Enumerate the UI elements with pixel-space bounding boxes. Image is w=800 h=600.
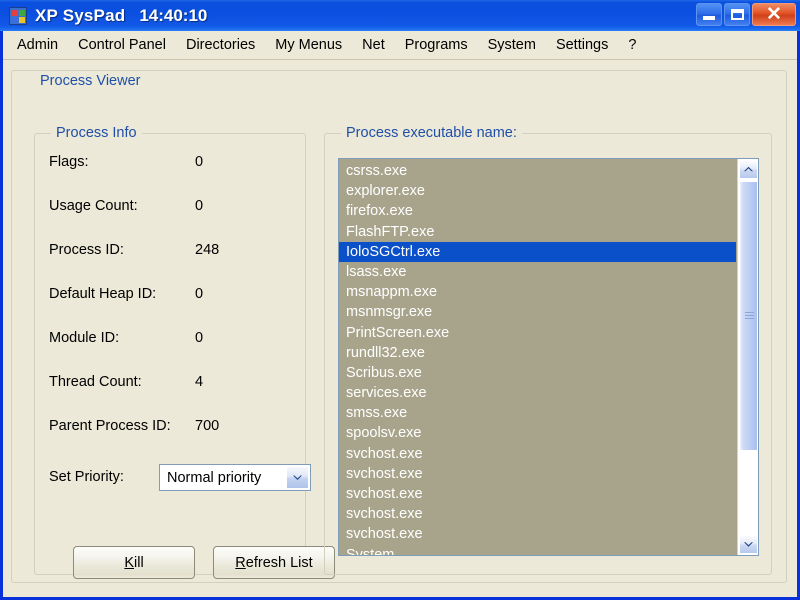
process-viewer-group-label: Process Viewer — [34, 73, 147, 89]
window-controls: ✕ — [696, 3, 796, 26]
process-list-item[interactable]: svchost.exe — [339, 504, 736, 524]
windows-flag-icon — [9, 6, 27, 25]
info-row-default-heap-id: Default Heap ID: 0 — [49, 286, 299, 306]
process-list-item[interactable]: services.exe — [339, 383, 736, 403]
process-list-item[interactable]: explorer.exe — [339, 181, 736, 201]
process-list-item[interactable]: svchost.exe — [339, 464, 736, 484]
process-info-group: Process Info Flags: 0 Usage Count: 0 Pro… — [34, 125, 335, 579]
process-executable-group-label: Process executable name: — [341, 125, 522, 141]
info-value-process-id: 248 — [195, 242, 220, 258]
process-list-item[interactable]: svchost.exe — [339, 444, 736, 464]
process-list-item[interactable]: svchost.exe — [339, 524, 736, 544]
menu-item-net[interactable]: Net — [353, 34, 394, 56]
info-value-thread-count: 4 — [195, 374, 204, 390]
refresh-button-accel: R — [235, 554, 246, 571]
menu-item-settings[interactable]: Settings — [547, 34, 617, 56]
info-row-module-id: Module ID: 0 — [49, 330, 299, 350]
process-list-item[interactable]: spoolsv.exe — [339, 423, 736, 443]
process-listbox[interactable]: csrss.exe explorer.exe firefox.exe FlashFTP… — [338, 158, 759, 556]
info-label-module-id: Module ID: — [49, 330, 120, 346]
maximize-button[interactable] — [724, 3, 750, 26]
scroll-up-icon[interactable] — [739, 160, 758, 179]
set-priority-combobox[interactable]: Normal priority — [159, 464, 311, 491]
info-row-flags: Flags: 0 — [49, 154, 299, 174]
process-list-item[interactable]: Scribus.exe — [339, 363, 736, 383]
refresh-button-label: efresh List — [245, 554, 313, 571]
close-icon: ✕ — [766, 4, 782, 25]
kill-button-label: ill — [134, 554, 144, 571]
set-priority-value: Normal priority — [167, 469, 262, 486]
process-info-group-label: Process Info — [51, 125, 142, 141]
info-value-parent-process-id: 700 — [195, 418, 220, 434]
kill-button-accel: K — [124, 554, 134, 571]
minimize-button[interactable] — [696, 3, 722, 26]
info-label-parent-process-id: Parent Process ID: — [49, 418, 171, 434]
menu-item-system[interactable]: System — [479, 34, 545, 56]
menu-item-directories[interactable]: Directories — [177, 34, 264, 56]
process-list-item[interactable]: firefox.exe — [339, 201, 736, 221]
chevron-down-icon[interactable] — [286, 466, 309, 489]
process-list-item[interactable]: svchost.exe — [339, 484, 736, 504]
process-list-item[interactable]: msnmsgr.exe — [339, 302, 736, 322]
scroll-down-icon[interactable] — [739, 535, 758, 554]
client-area: Process Viewer Process Info Flags: 0 Usa… — [3, 60, 797, 597]
process-list-item[interactable]: csrss.exe — [339, 161, 736, 181]
scrollbar-thumb[interactable] — [739, 181, 758, 451]
title-clock: 14:40:10 — [139, 5, 208, 25]
info-label-usage-count: Usage Count: — [49, 198, 138, 214]
process-list-item[interactable]: FlashFTP.exe — [339, 222, 736, 242]
process-list-item[interactable]: rundll32.exe — [339, 343, 736, 363]
title-bar[interactable]: XP SysPad 14:40:10 ✕ — [0, 0, 800, 31]
process-list-item[interactable]: lsass.exe — [339, 262, 736, 282]
process-list-item[interactable]: IoloSGCtrl.exe — [339, 241, 736, 262]
scrollbar-grip-icon — [745, 312, 754, 320]
menu-item-my-menus[interactable]: My Menus — [266, 34, 351, 56]
process-listbox-scrollbar[interactable] — [737, 159, 758, 555]
process-list-item[interactable]: PrintScreen.exe — [339, 323, 736, 343]
menu-item-control-panel[interactable]: Control Panel — [69, 34, 175, 56]
info-row-process-id: Process ID: 248 — [49, 242, 299, 262]
info-row-thread-count: Thread Count: 4 — [49, 374, 299, 394]
info-label-flags: Flags: — [49, 154, 89, 170]
refresh-list-button[interactable]: Refresh List — [213, 546, 335, 579]
info-row-usage-count: Usage Count: 0 — [49, 198, 299, 218]
process-list-item[interactable]: msnappm.exe — [339, 282, 736, 302]
info-value-flags: 0 — [195, 154, 204, 170]
process-list-item[interactable]: System — [339, 545, 736, 555]
info-row-parent-process-id: Parent Process ID: 700 — [49, 418, 299, 438]
window-title: XP SysPad — [35, 5, 126, 25]
close-button[interactable]: ✕ — [752, 3, 796, 26]
info-value-usage-count: 0 — [195, 198, 204, 214]
kill-button[interactable]: Kill — [73, 546, 195, 579]
process-list-item[interactable]: smss.exe — [339, 403, 736, 423]
info-label-thread-count: Thread Count: — [49, 374, 142, 390]
menu-item-help[interactable]: ? — [619, 34, 645, 56]
set-priority-row: Set Priority: Normal priority — [49, 464, 311, 492]
info-label-process-id: Process ID: — [49, 242, 124, 258]
menu-item-programs[interactable]: Programs — [396, 34, 477, 56]
process-listbox-items: csrss.exe explorer.exe firefox.exe FlashFTP… — [339, 159, 736, 555]
process-executable-group: Process executable name: csrss.exe explor… — [324, 125, 772, 575]
menu-bar: Admin Control Panel Directories My Menus… — [3, 31, 797, 60]
set-priority-label: Set Priority: — [49, 469, 124, 485]
menu-item-admin[interactable]: Admin — [8, 34, 67, 56]
info-value-module-id: 0 — [195, 330, 204, 346]
info-value-default-heap-id: 0 — [195, 286, 204, 302]
application-window: XP SysPad 14:40:10 ✕ Admin Control Panel… — [0, 0, 800, 600]
info-label-default-heap-id: Default Heap ID: — [49, 286, 157, 302]
process-viewer-group: Process Viewer Process Info Flags: 0 Usa… — [11, 70, 787, 583]
